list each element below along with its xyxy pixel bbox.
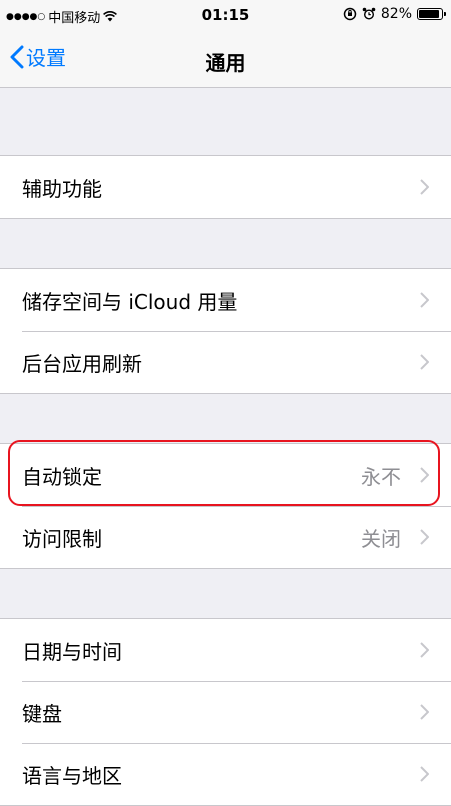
settings-group-lock: 自动锁定 永不 访问限制 关闭 (0, 443, 451, 569)
battery-percent: 82% (380, 6, 412, 22)
cell-detail: 永不 (361, 464, 401, 489)
cell-label: 语言与地区 (22, 763, 122, 788)
cell-label: 键盘 (22, 701, 62, 726)
chevron-right-icon (420, 529, 429, 545)
cell-detail: 关闭 (361, 526, 401, 551)
navigation-bar: 设置 通用 (0, 30, 451, 88)
list-item-accessibility[interactable]: 辅助功能 (0, 156, 451, 218)
list-item-date-time[interactable]: 日期与时间 (0, 619, 451, 681)
alarm-icon (362, 7, 376, 20)
settings-group-date-keyboard: 日期与时间 键盘 语言与地区 (0, 618, 451, 806)
battery-fill (419, 10, 439, 18)
chevron-right-icon (420, 766, 429, 782)
list-item-keyboard[interactable]: 键盘 (0, 681, 451, 743)
chevron-right-icon (420, 179, 429, 195)
list-item-restrictions[interactable]: 访问限制 关闭 (0, 506, 451, 568)
status-right: 82% (343, 6, 446, 22)
page-title: 通用 (205, 51, 246, 75)
status-bar: ●●●●○ 中国移动 01:15 82% (0, 0, 451, 30)
battery-icon (417, 8, 446, 20)
list-item-storage[interactable]: 储存空间与 iCloud 用量 (0, 269, 451, 331)
chevron-right-icon (420, 704, 429, 720)
chevron-right-icon (420, 642, 429, 658)
settings-group-accessibility: 辅助功能 (0, 155, 451, 219)
cell-label: 辅助功能 (22, 176, 102, 201)
cell-label: 访问限制 (22, 526, 102, 551)
orientation-lock-icon (343, 7, 357, 21)
cell-label: 储存空间与 iCloud 用量 (22, 289, 238, 314)
cell-label: 日期与时间 (22, 639, 122, 664)
cell-label: 后台应用刷新 (22, 351, 142, 376)
chevron-right-icon (420, 292, 429, 308)
chevron-right-icon (420, 467, 429, 483)
chevron-right-icon (420, 354, 429, 370)
cell-label: 自动锁定 (22, 464, 102, 489)
list-item-background-refresh[interactable]: 后台应用刷新 (0, 331, 451, 393)
list-item-language-region[interactable]: 语言与地区 (0, 743, 451, 805)
list-item-auto-lock[interactable]: 自动锁定 永不 (0, 444, 451, 506)
settings-group-storage: 储存空间与 iCloud 用量 后台应用刷新 (0, 268, 451, 394)
